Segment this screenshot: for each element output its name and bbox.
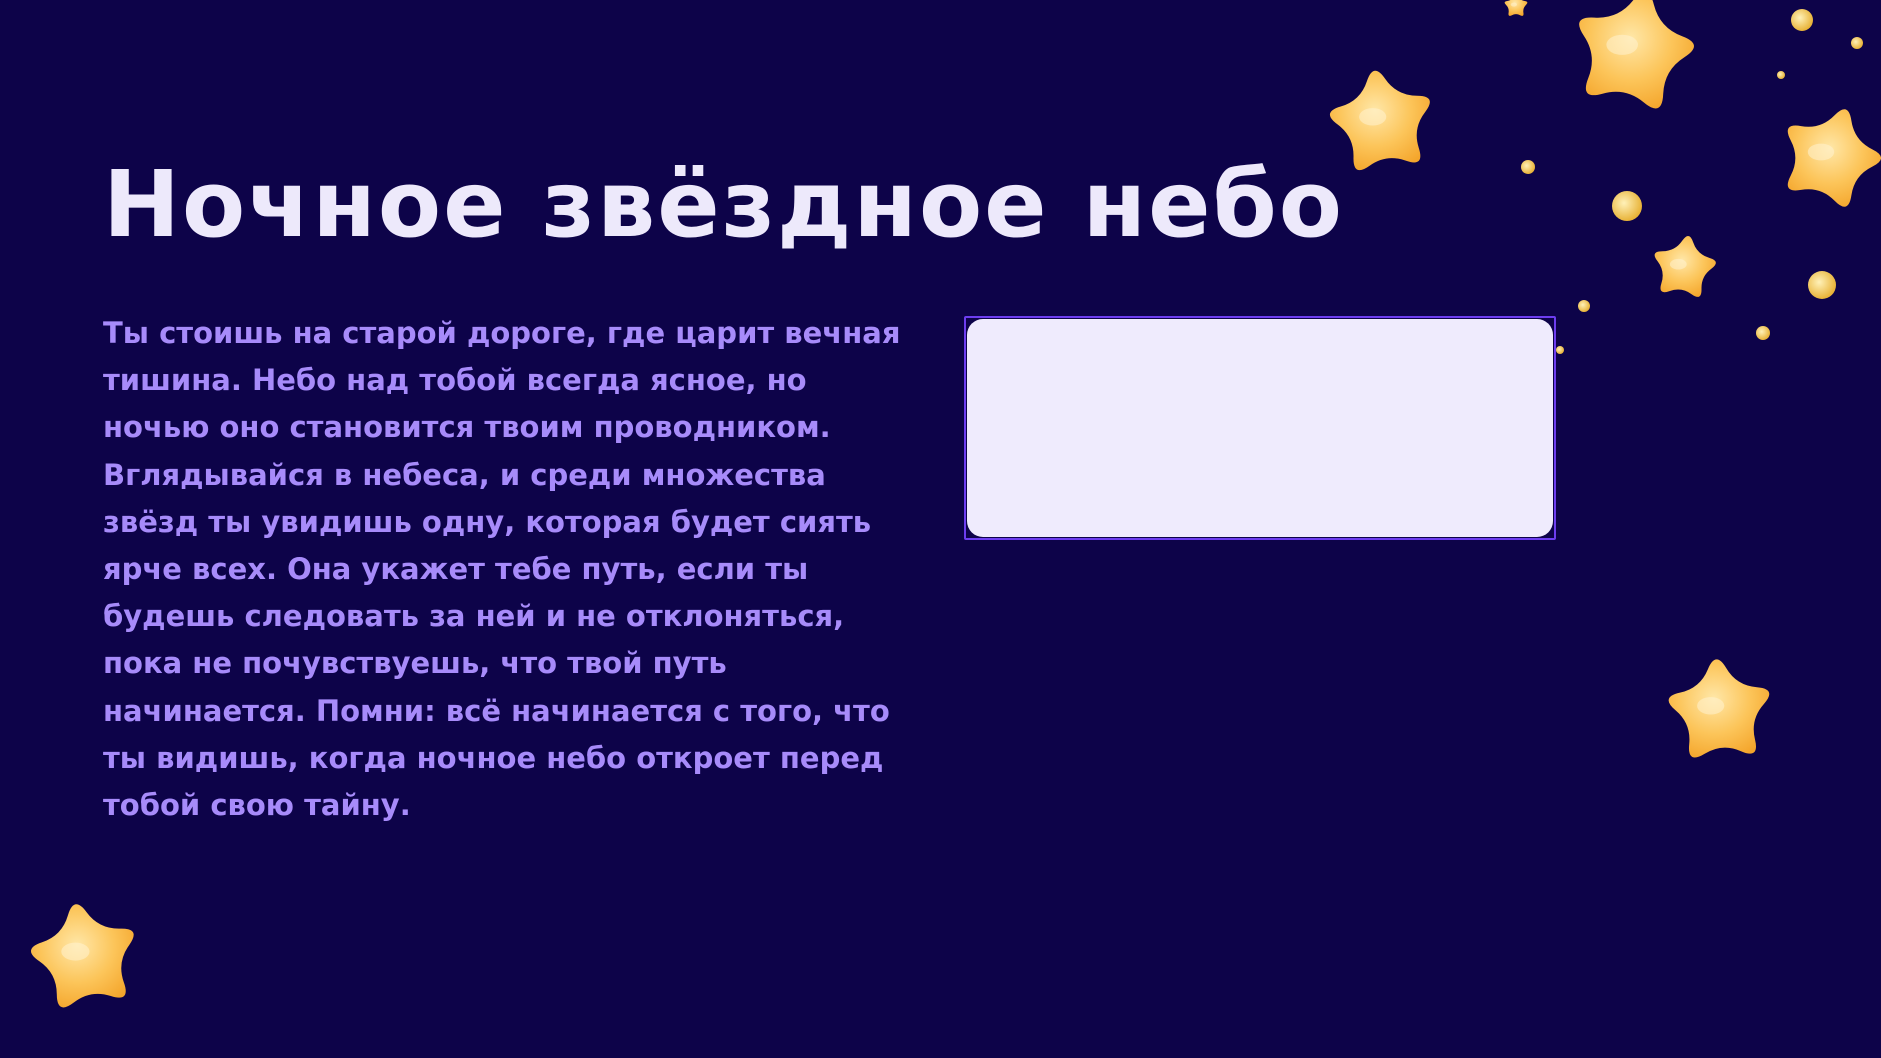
- star-icon: [31, 904, 134, 1008]
- star-highlight: [1359, 108, 1387, 126]
- dot-icon: [1851, 37, 1863, 49]
- dot-icon: [1777, 71, 1785, 79]
- star-icon: [1504, 0, 1528, 16]
- star-icon: [1654, 235, 1716, 297]
- slide-title: Ночное звёздное небо: [103, 151, 1344, 258]
- slide-body-text: Ты стоишь на старой дороге, где царит ве…: [103, 316, 901, 823]
- text-box-fill[interactable]: [967, 319, 1553, 537]
- star-highlight: [1807, 143, 1835, 161]
- dot-icon: [1521, 160, 1535, 174]
- star-icon: [1787, 109, 1881, 207]
- slide: Ночное звёздное небо Ты стоишь на старой…: [0, 0, 1881, 1058]
- dot-icon: [1556, 346, 1564, 354]
- dot-icon: [1808, 271, 1836, 299]
- star-highlight: [1510, 2, 1517, 7]
- star-highlight: [61, 942, 90, 961]
- dot-icon: [1756, 326, 1770, 340]
- dot-icon: [1578, 300, 1590, 312]
- star-highlight: [1669, 258, 1687, 270]
- star-icon: [1329, 70, 1430, 171]
- star-highlight: [1697, 697, 1725, 715]
- dot-icon: [1791, 9, 1813, 31]
- dot-icon: [1612, 191, 1642, 221]
- text-box[interactable]: [964, 316, 1556, 540]
- star-icon: [1579, 0, 1694, 109]
- star-highlight: [1606, 34, 1638, 55]
- star-icon: [1668, 659, 1770, 758]
